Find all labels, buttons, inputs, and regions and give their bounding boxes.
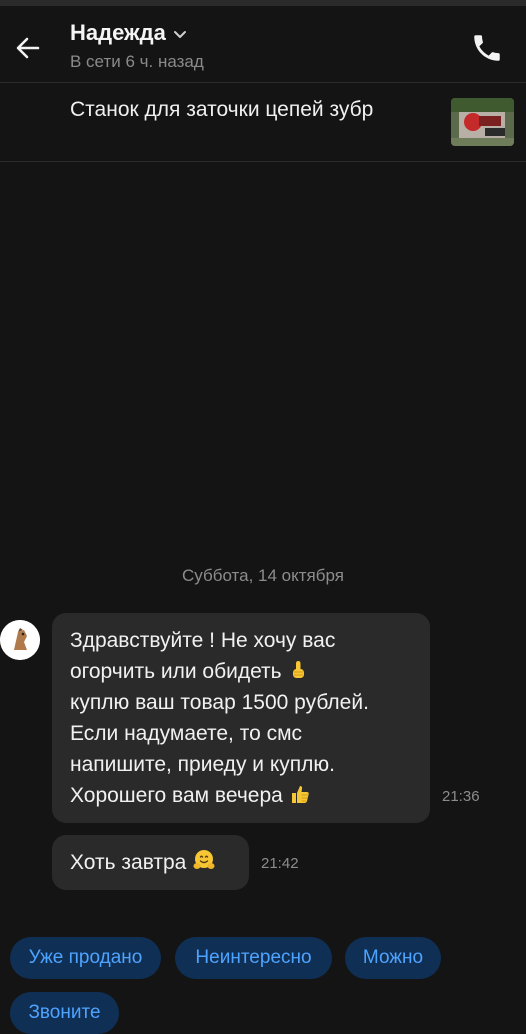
message-text-content: Хоть завтра	[70, 851, 187, 874]
message-line-with-emoji: Хорошего вам вечера	[70, 780, 420, 811]
avatar[interactable]	[0, 620, 40, 660]
hugging-face-emoji-icon	[192, 848, 215, 870]
message-line: Здравствуйте ! Не хочу вас	[70, 629, 336, 652]
quick-reply-possible[interactable]: Можно	[345, 937, 441, 979]
phone-icon[interactable]	[470, 31, 504, 65]
listing-banner[interactable]: Станок для заточки цепей зубр	[0, 83, 526, 162]
back-arrow-icon[interactable]	[12, 32, 44, 64]
chevron-down-icon	[172, 26, 188, 42]
message-time: 21:42	[261, 855, 299, 872]
listing-thumbnail[interactable]	[451, 98, 514, 146]
thumbs-up-emoji-icon	[289, 783, 311, 805]
contact-name: Надежда	[70, 20, 166, 45]
message-line-with-emoji: огорчить или обидеть	[70, 656, 420, 687]
message-line: огорчить или обидеть	[70, 660, 282, 683]
message-line: напишите, приеду и куплю.	[70, 753, 335, 776]
message-bubble-incoming[interactable]: Хоть завтра	[52, 835, 249, 890]
point-up-emoji-icon	[287, 659, 309, 681]
chat-header: Надежда В сети 6 ч. назад	[0, 6, 526, 83]
quick-reply-call[interactable]: Звоните	[10, 992, 119, 1034]
message-time: 21:36	[442, 788, 480, 805]
message-text: Хоть завтра	[70, 847, 215, 878]
date-separator: Суббота, 14 октября	[182, 566, 344, 585]
message-bubble-incoming[interactable]: Здравствуйте ! Не хочу вас огорчить или …	[52, 613, 430, 823]
quick-reply-not-interested[interactable]: Неинтересно	[175, 937, 332, 979]
message-line: Хорошего вам вечера	[70, 784, 283, 807]
message-line: Если надумаете, то смс	[70, 722, 303, 745]
message-line: куплю ваш товар 1500 рублей.	[70, 691, 369, 714]
message-text: Здравствуйте ! Не хочу вас огорчить или …	[70, 625, 420, 811]
quick-reply-sold[interactable]: Уже продано	[10, 937, 161, 979]
contact-status: В сети 6 ч. назад	[70, 52, 204, 71]
contact-name-button[interactable]: Надежда	[70, 20, 188, 46]
listing-title: Станок для заточки цепей зубр	[70, 98, 374, 121]
